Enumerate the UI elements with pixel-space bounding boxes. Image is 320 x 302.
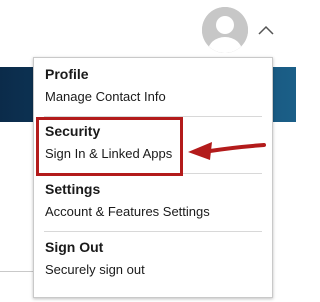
account-dropdown-menu: Profile Manage Contact Info Security Sig… <box>33 57 273 298</box>
menu-item-subtitle: Securely sign out <box>45 262 145 277</box>
menu-item-title: Settings <box>45 181 101 197</box>
security-highlight-box <box>36 117 183 176</box>
menu-divider <box>44 231 262 232</box>
menu-item-subtitle: Manage Contact Info <box>45 89 166 104</box>
menu-item-sign-out[interactable]: Sign Out Securely sign out <box>34 238 272 290</box>
chevron-up-icon[interactable] <box>258 25 274 35</box>
menu-item-subtitle: Account & Features Settings <box>45 204 210 219</box>
user-avatar-icon[interactable] <box>202 7 248 53</box>
pointer-arrow-icon <box>186 137 266 165</box>
menu-item-settings[interactable]: Settings Account & Features Settings <box>34 180 272 232</box>
menu-item-title: Sign Out <box>45 239 104 255</box>
background-divider <box>0 271 34 272</box>
menu-item-profile[interactable]: Profile Manage Contact Info <box>34 65 272 117</box>
menu-item-title: Profile <box>45 66 89 82</box>
page: Profile Manage Contact Info Security Sig… <box>0 0 296 302</box>
